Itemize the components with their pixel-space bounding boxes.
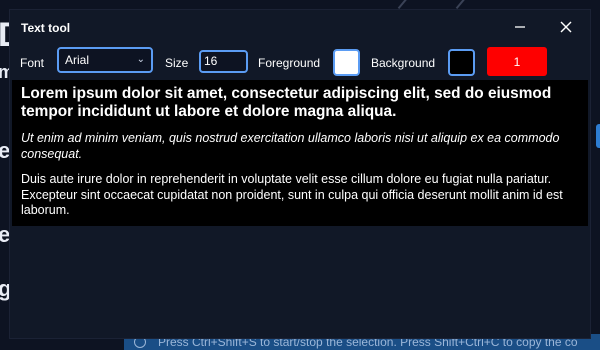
preview-normal-paragraph: Duis aute irure dolor in reprehenderit i… [21, 172, 563, 217]
size-label: Size [165, 56, 189, 70]
close-icon [560, 21, 572, 33]
font-select-value: Arial [65, 53, 90, 67]
minimize-button[interactable] [506, 16, 534, 38]
foreground-label: Foreground [258, 56, 321, 70]
text-preview-area: Lorem ipsum dolor sit amet, consectetur … [12, 80, 588, 226]
font-select[interactable]: Arial ⌄ [57, 47, 153, 73]
font-label: Font [20, 56, 45, 70]
action-button[interactable]: 1 [487, 47, 547, 76]
background-color-swatch[interactable] [448, 49, 475, 76]
minimize-icon [515, 26, 525, 28]
preview-bold-paragraph: Lorem ipsum dolor sit amet, consectetur … [21, 85, 552, 120]
text-tool-dialog: Text tool Font Arial ⌄ Size 16 Foregroun… [10, 10, 590, 338]
size-input-value: 16 [204, 54, 218, 68]
foreground-color-swatch[interactable] [333, 49, 360, 76]
dialog-title: Text tool [21, 21, 71, 35]
background-side-button[interactable] [596, 124, 600, 148]
background-app-glyph: e [0, 222, 11, 247]
size-input[interactable]: 16 [199, 50, 248, 73]
pencil-decoration-icon [397, 0, 409, 10]
background-app-glyph: e [0, 138, 11, 163]
preview-italic-paragraph: Ut enim ad minim veniam, quis nostrud ex… [21, 131, 560, 161]
chevron-down-icon: ⌄ [136, 54, 145, 65]
background-label: Background [371, 56, 436, 70]
action-button-label: 1 [513, 54, 521, 69]
pencil-decoration-icon [455, 0, 467, 10]
close-button[interactable] [552, 16, 580, 38]
